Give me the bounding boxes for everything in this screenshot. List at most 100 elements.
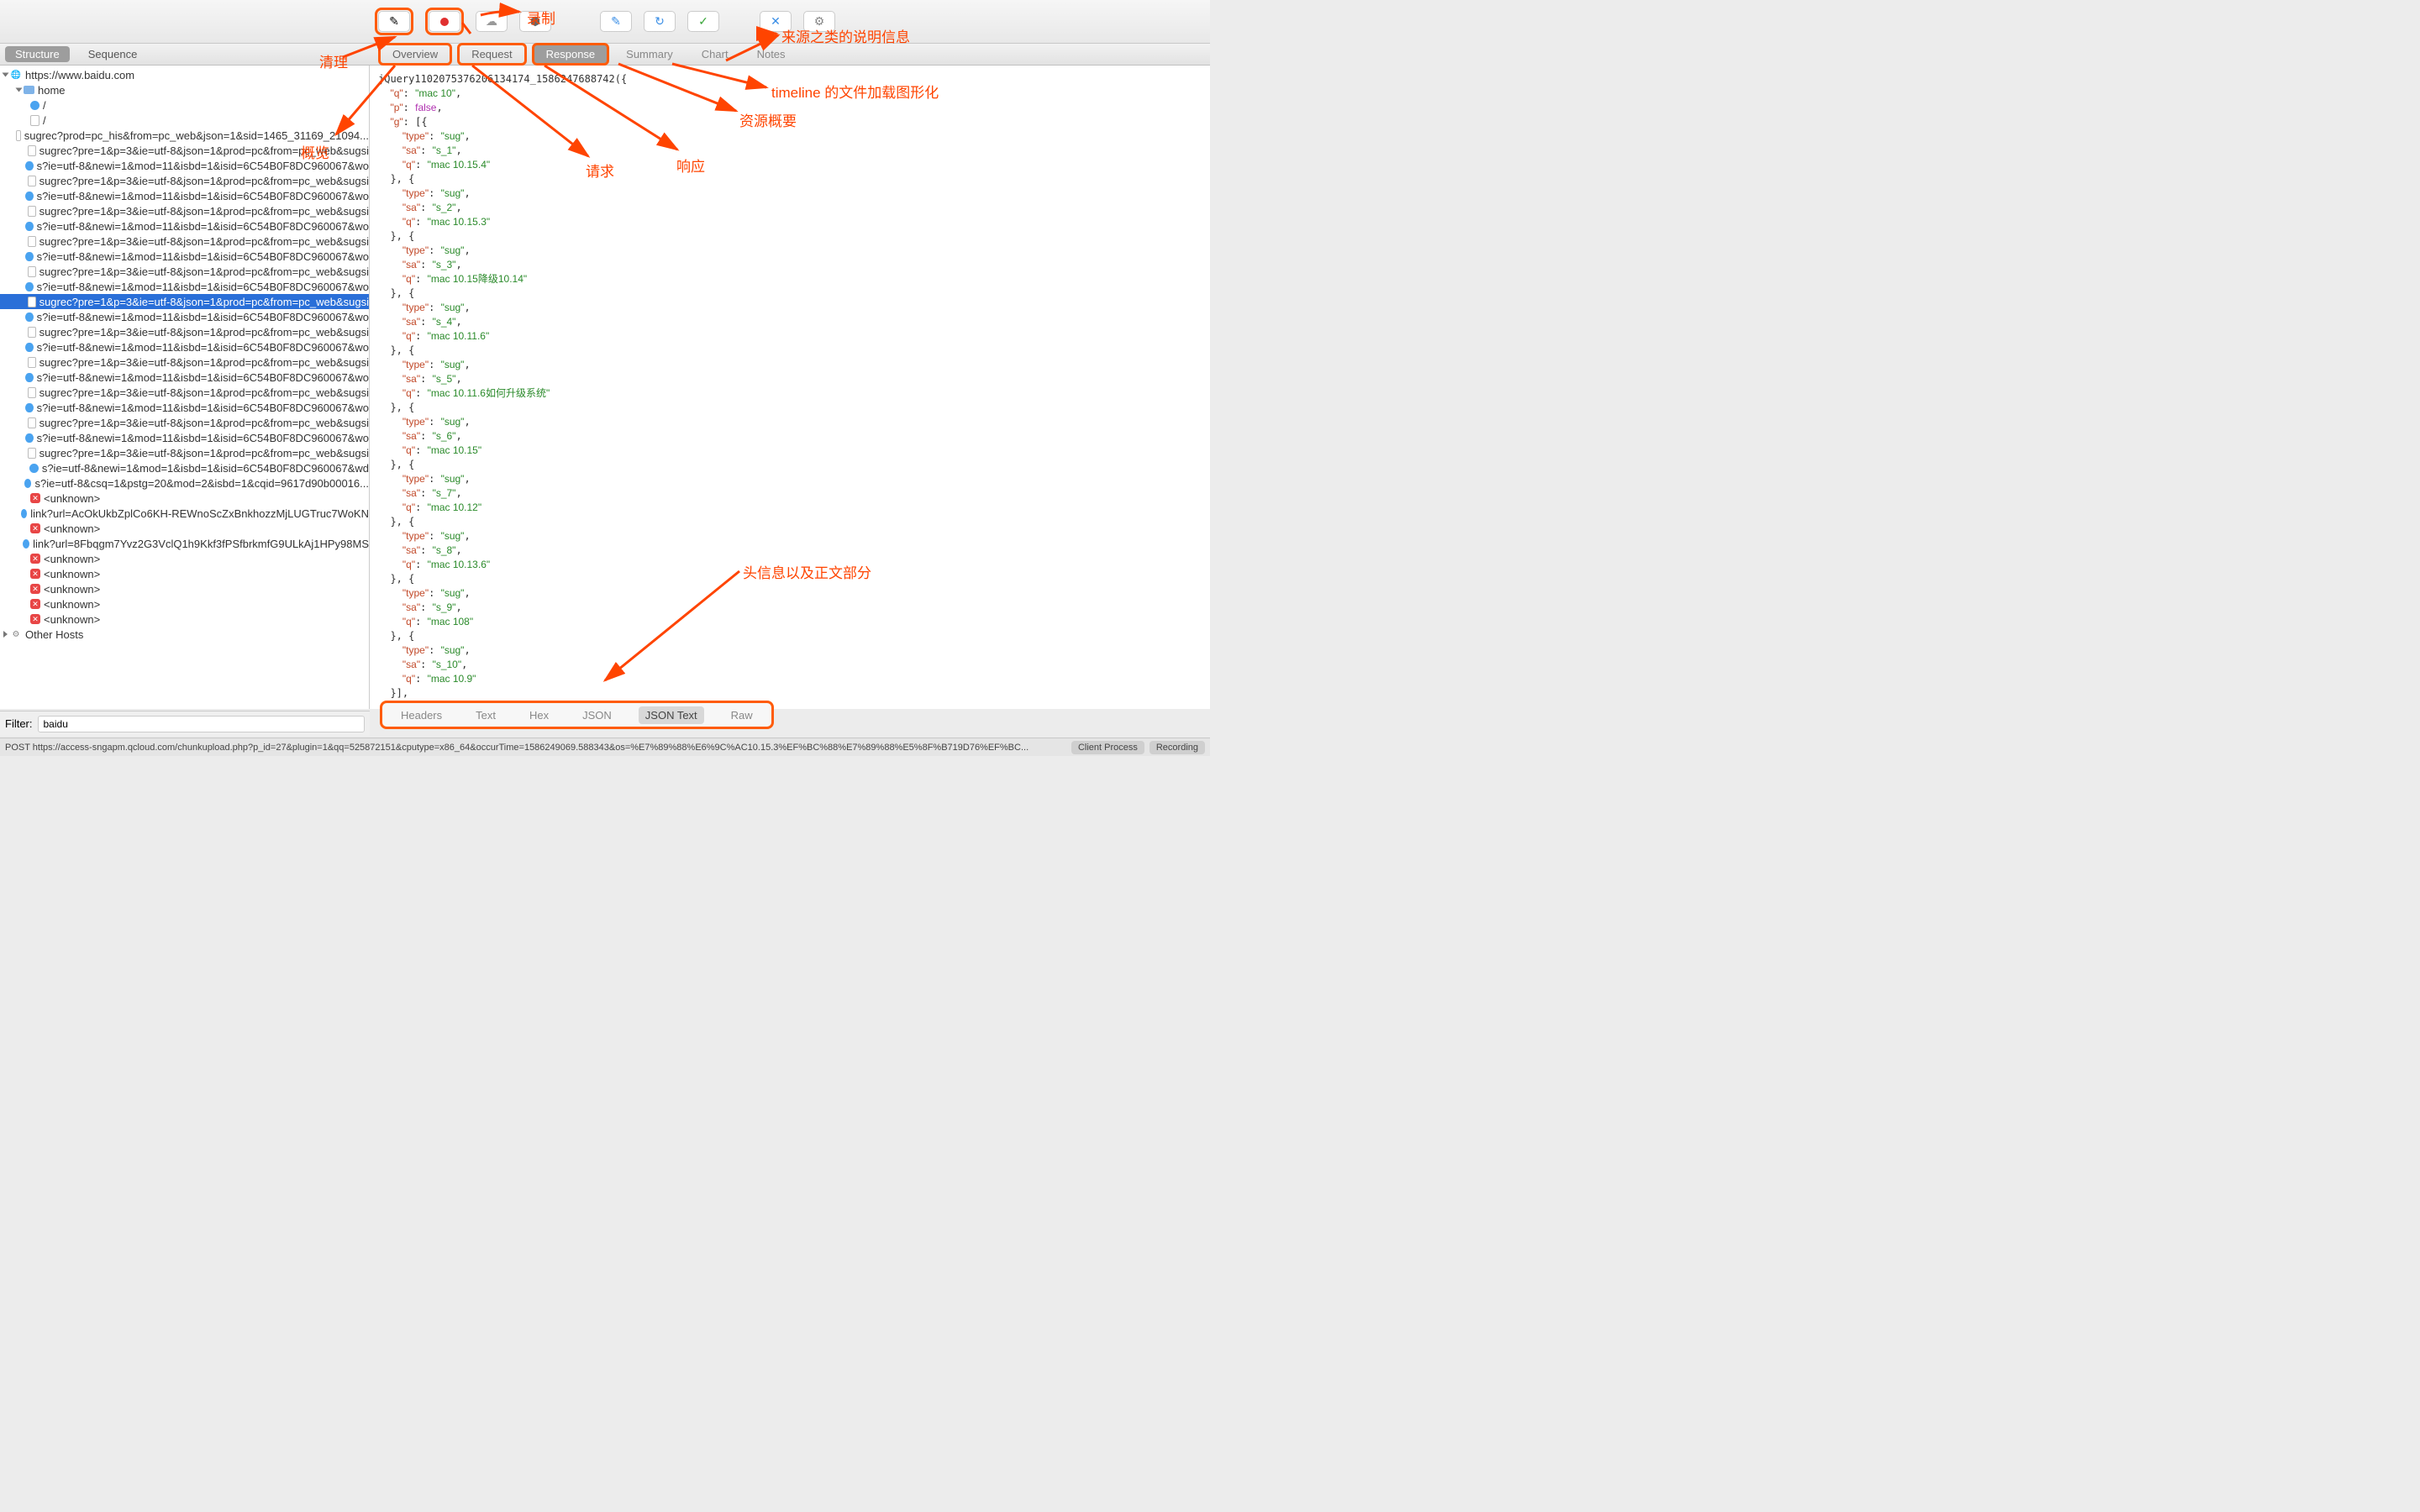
sequence-tab[interactable]: Sequence bbox=[78, 46, 148, 62]
globe-icon: 🌐 bbox=[10, 69, 22, 81]
filter-label: Filter: bbox=[5, 717, 33, 730]
blue-icon bbox=[25, 433, 33, 443]
request-tree[interactable]: 🌐https://www.baidu.comhome//sugrec?prod=… bbox=[0, 66, 369, 709]
tree-host[interactable]: 🌐https://www.baidu.com bbox=[0, 67, 369, 82]
other-hosts[interactable]: ⚙Other Hosts bbox=[0, 627, 369, 642]
tree-label: sugrec?pre=1&p=3&ie=utf-8&json=1&prod=pc… bbox=[39, 175, 369, 187]
folder-icon bbox=[24, 86, 34, 94]
throttle-button[interactable]: ☁ bbox=[476, 11, 508, 32]
chart-tab[interactable]: Chart bbox=[690, 45, 740, 63]
tree-row[interactable]: sugrec?prod=pc_his&from=pc_web&json=1&si… bbox=[0, 128, 369, 143]
response-body[interactable]: jQuery1102075376206134174_1586247688742(… bbox=[370, 66, 1210, 709]
blue-icon bbox=[29, 464, 39, 473]
tree-row[interactable]: sugrec?pre=1&p=3&ie=utf-8&json=1&prod=pc… bbox=[0, 173, 369, 188]
tree-row[interactable]: s?ie=utf-8&newi=1&mod=11&isbd=1&isid=6C5… bbox=[0, 158, 369, 173]
tree-row[interactable]: ✕<unknown> bbox=[0, 581, 369, 596]
doc-icon bbox=[28, 236, 36, 247]
toolbar: ✎ ☁ ⬢ ✎ ↻ ✓ ✕ ⚙ bbox=[0, 0, 1210, 44]
tree-row[interactable]: s?ie=utf-8&newi=1&mod=11&isbd=1&isid=6C5… bbox=[0, 249, 369, 264]
tree-label: s?ie=utf-8&newi=1&mod=11&isbd=1&isid=6C5… bbox=[37, 250, 369, 263]
tree-row[interactable]: s?ie=utf-8&newi=1&mod=11&isbd=1&isid=6C5… bbox=[0, 400, 369, 415]
tree-row[interactable]: s?ie=utf-8&newi=1&mod=1&isbd=1&isid=6C54… bbox=[0, 460, 369, 475]
tree-label: s?ie=utf-8&newi=1&mod=11&isbd=1&isid=6C5… bbox=[37, 281, 369, 293]
text-tab[interactable]: Text bbox=[469, 706, 502, 724]
tree-row[interactable]: ✕<unknown> bbox=[0, 491, 369, 506]
client-process-button[interactable]: Client Process bbox=[1071, 741, 1144, 754]
tree-row[interactable]: sugrec?pre=1&p=3&ie=utf-8&json=1&prod=pc… bbox=[0, 264, 369, 279]
json-tab[interactable]: JSON bbox=[576, 706, 618, 724]
red-icon: ✕ bbox=[30, 599, 40, 609]
validate-button[interactable]: ✓ bbox=[687, 11, 719, 32]
tree-row[interactable]: s?ie=utf-8&newi=1&mod=11&isbd=1&isid=6C5… bbox=[0, 430, 369, 445]
tree-row[interactable]: link?url=8Fbqgm7Yvz2G3VclQ1h9Kkf3fPSfbrk… bbox=[0, 536, 369, 551]
tree-row[interactable]: sugrec?pre=1&p=3&ie=utf-8&json=1&prod=pc… bbox=[0, 415, 369, 430]
jsontext-tab[interactable]: JSON Text bbox=[639, 706, 704, 724]
tree-row[interactable]: ✕ <unknown> bbox=[0, 596, 369, 612]
tree-row[interactable]: / bbox=[0, 113, 369, 128]
overview-tab[interactable]: Overview bbox=[378, 43, 452, 66]
tree-row[interactable]: s?ie=utf-8&newi=1&mod=11&isbd=1&isid=6C5… bbox=[0, 218, 369, 234]
tree-label: sugrec?pre=1&p=3&ie=utf-8&json=1&prod=pc… bbox=[39, 447, 369, 459]
tree-label: s?ie=utf-8&newi=1&mod=11&isbd=1&isid=6C5… bbox=[37, 160, 369, 172]
red-icon: ✕ bbox=[30, 614, 40, 624]
request-tab[interactable]: Request bbox=[457, 43, 526, 66]
tree-row[interactable]: ✕<unknown> bbox=[0, 566, 369, 581]
raw-tab[interactable]: Raw bbox=[724, 706, 760, 724]
tree-row[interactable]: ✕<unknown> bbox=[0, 521, 369, 536]
settings-button[interactable]: ⚙ bbox=[803, 11, 835, 32]
notes-tab[interactable]: Notes bbox=[745, 45, 797, 63]
tree-row[interactable]: s?ie=utf-8&newi=1&mod=11&isbd=1&isid=6C5… bbox=[0, 339, 369, 354]
tree-row[interactable]: / bbox=[0, 97, 369, 113]
tree-row[interactable]: sugrec?pre=1&p=3&ie=utf-8&json=1&prod=pc… bbox=[0, 203, 369, 218]
doc-icon bbox=[28, 145, 36, 156]
blue-icon bbox=[25, 312, 33, 322]
turtle-icon: ☁ bbox=[486, 14, 497, 29]
tree-row[interactable]: sugrec?pre=1&p=3&ie=utf-8&json=1&prod=pc… bbox=[0, 143, 369, 158]
tree-row[interactable]: ✕<unknown> bbox=[0, 612, 369, 627]
doc-icon bbox=[28, 327, 36, 338]
tree-label: <unknown> bbox=[44, 598, 100, 611]
sidebar-tree: 🌐https://www.baidu.comhome//sugrec?prod=… bbox=[0, 66, 370, 709]
response-tab[interactable]: Response bbox=[532, 43, 610, 66]
tree-label: s?ie=utf-8&newi=1&mod=11&isbd=1&isid=6C5… bbox=[37, 371, 369, 384]
broom-button[interactable]: ✎ bbox=[378, 11, 410, 32]
filter-input[interactable] bbox=[38, 716, 366, 732]
status-bar: POST https://access-sngapm.qcloud.com/ch… bbox=[0, 738, 1210, 756]
tree-row[interactable]: s?ie=utf-8&csq=1&pstg=20&mod=2&isbd=1&cq… bbox=[0, 475, 369, 491]
tree-row[interactable]: ✕<unknown> bbox=[0, 551, 369, 566]
tools-button[interactable]: ✕ bbox=[760, 11, 792, 32]
tree-label: sugrec?pre=1&p=3&ie=utf-8&json=1&prod=pc… bbox=[39, 356, 369, 369]
red-icon: ✕ bbox=[30, 523, 40, 533]
tree-row[interactable]: s?ie=utf-8&newi=1&mod=11&isbd=1&isid=6C5… bbox=[0, 370, 369, 385]
tree-row[interactable]: s?ie=utf-8&newi=1&mod=11&isbd=1&isid=6C5… bbox=[0, 279, 369, 294]
edit-button[interactable]: ✎ bbox=[600, 11, 632, 32]
tree-row[interactable]: s?ie=utf-8&newi=1&mod=11&isbd=1&isid=6C5… bbox=[0, 309, 369, 324]
tree-label: s?ie=utf-8&newi=1&mod=11&isbd=1&isid=6C5… bbox=[37, 220, 369, 233]
hex-tab[interactable]: Hex bbox=[523, 706, 555, 724]
tree-row[interactable]: sugrec?pre=1&p=3&ie=utf-8&json=1&prod=pc… bbox=[0, 354, 369, 370]
breakpoint-button[interactable]: ⬢ bbox=[519, 11, 551, 32]
check-icon: ✓ bbox=[698, 14, 708, 29]
tree-label: sugrec?pre=1&p=3&ie=utf-8&json=1&prod=pc… bbox=[39, 265, 369, 278]
tree-row[interactable]: sugrec?pre=1&p=3&ie=utf-8&json=1&prod=pc… bbox=[0, 234, 369, 249]
filter-bar: Filter: bbox=[0, 711, 370, 736]
tree-row[interactable]: s?ie=utf-8&newi=1&mod=11&isbd=1&isid=6C5… bbox=[0, 188, 369, 203]
blue-icon bbox=[24, 479, 32, 488]
summary-tab[interactable]: Summary bbox=[614, 45, 685, 63]
tree-row[interactable]: sugrec?pre=1&p=3&ie=utf-8&json=1&prod=pc… bbox=[0, 294, 369, 309]
tree-folder[interactable]: home bbox=[0, 82, 369, 97]
tree-label: s?ie=utf-8&newi=1&mod=11&isbd=1&isid=6C5… bbox=[37, 432, 369, 444]
tree-label: <unknown> bbox=[44, 553, 100, 565]
tree-row[interactable]: sugrec?pre=1&p=3&ie=utf-8&json=1&prod=pc… bbox=[0, 445, 369, 460]
tree-row[interactable]: sugrec?pre=1&p=3&ie=utf-8&json=1&prod=pc… bbox=[0, 324, 369, 339]
tree-label: / bbox=[43, 99, 46, 112]
blue-icon bbox=[25, 282, 33, 291]
blue-icon bbox=[25, 373, 33, 382]
tree-row[interactable]: sugrec?pre=1&p=3&ie=utf-8&json=1&prod=pc… bbox=[0, 385, 369, 400]
headers-tab[interactable]: Headers bbox=[394, 706, 449, 724]
record-button[interactable] bbox=[429, 11, 460, 32]
repeat-button[interactable]: ↻ bbox=[644, 11, 676, 32]
tree-row[interactable]: link?url=AcOkUkbZplCo6KH-REWnoScZxBnkhoz… bbox=[0, 506, 369, 521]
recording-button[interactable]: Recording bbox=[1150, 741, 1205, 754]
structure-tab[interactable]: Structure bbox=[5, 46, 70, 62]
